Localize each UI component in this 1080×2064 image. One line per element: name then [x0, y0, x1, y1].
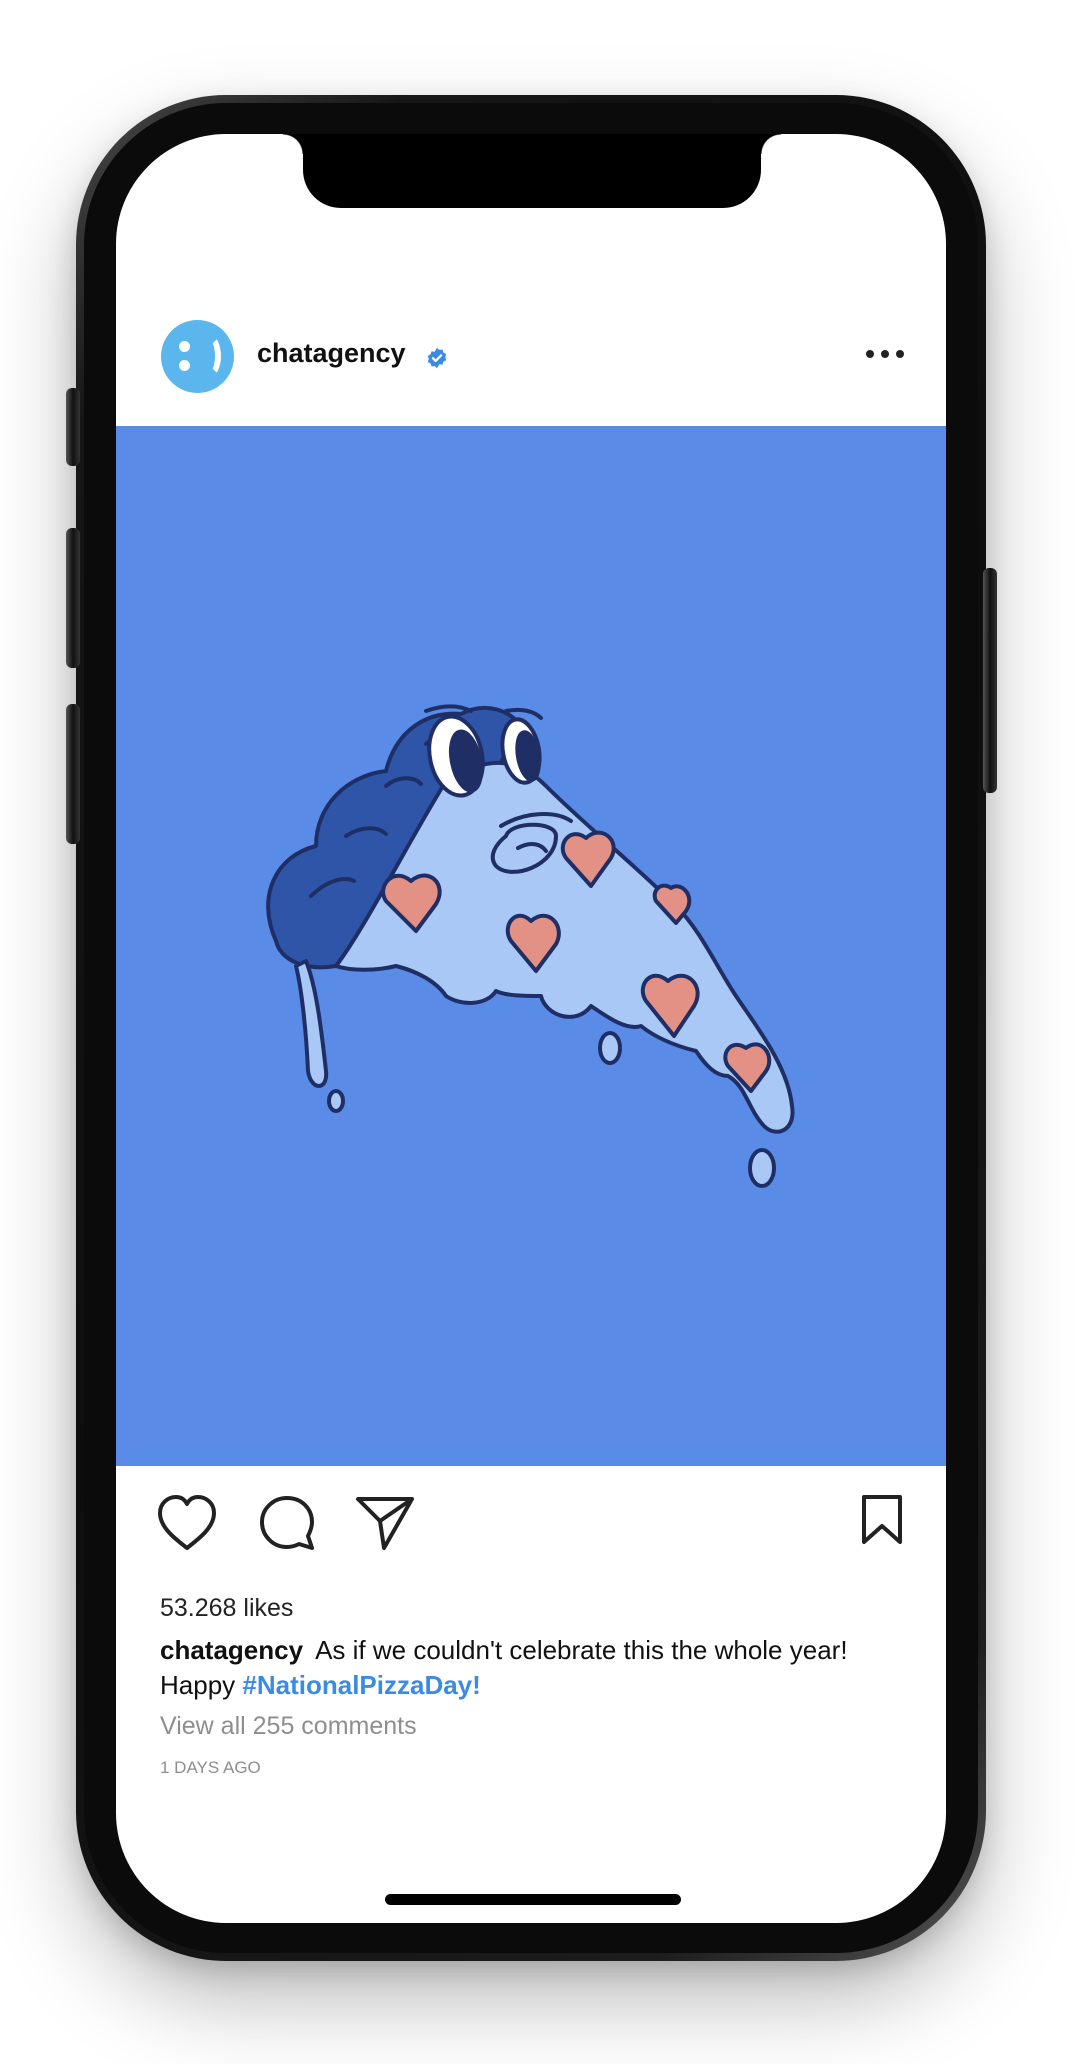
- mute-switch: [66, 388, 80, 466]
- caption-hashtag[interactable]: #NationalPizzaDay!: [242, 1670, 480, 1700]
- power-button: [983, 568, 997, 793]
- verified-icon: [427, 347, 447, 369]
- home-indicator[interactable]: [385, 1894, 681, 1905]
- avatar-smile-icon: [199, 335, 221, 377]
- pizza-slice-illustration: [266, 704, 795, 1188]
- share-icon[interactable]: [354, 1494, 416, 1552]
- more-dot: [866, 350, 874, 358]
- caption-text-2: Happy: [160, 1670, 243, 1700]
- heart-icon[interactable]: [156, 1494, 218, 1552]
- view-comments-link[interactable]: View all 255 comments: [160, 1712, 417, 1741]
- post-image[interactable]: [116, 426, 946, 1466]
- post-username[interactable]: chatagency: [257, 338, 406, 369]
- notch: [283, 134, 781, 208]
- more-dot: [881, 350, 889, 358]
- likes-count[interactable]: 53.268 likes: [160, 1594, 293, 1623]
- post-timestamp: 1 DAYS AGO: [160, 1758, 261, 1777]
- more-options-icon[interactable]: [866, 344, 904, 364]
- caption-text: As if we couldn't celebrate this the who…: [315, 1635, 848, 1665]
- post-actions: [116, 1494, 946, 1564]
- post-caption: chatagency As if we couldn't celebrate th…: [160, 1633, 920, 1703]
- avatar-eye-icon: [179, 341, 190, 352]
- bookmark-icon[interactable]: [860, 1494, 904, 1546]
- more-dot: [896, 350, 904, 358]
- avatar[interactable]: [161, 320, 234, 393]
- caption-username[interactable]: chatagency: [160, 1635, 303, 1665]
- phone-screen: chatagency 53.268 likes chatagency As if…: [116, 134, 946, 1923]
- volume-up-button: [66, 528, 80, 668]
- avatar-eye-icon: [179, 360, 190, 371]
- comment-icon[interactable]: [258, 1494, 316, 1552]
- volume-down-button: [66, 704, 80, 844]
- post-header: chatagency: [116, 320, 946, 406]
